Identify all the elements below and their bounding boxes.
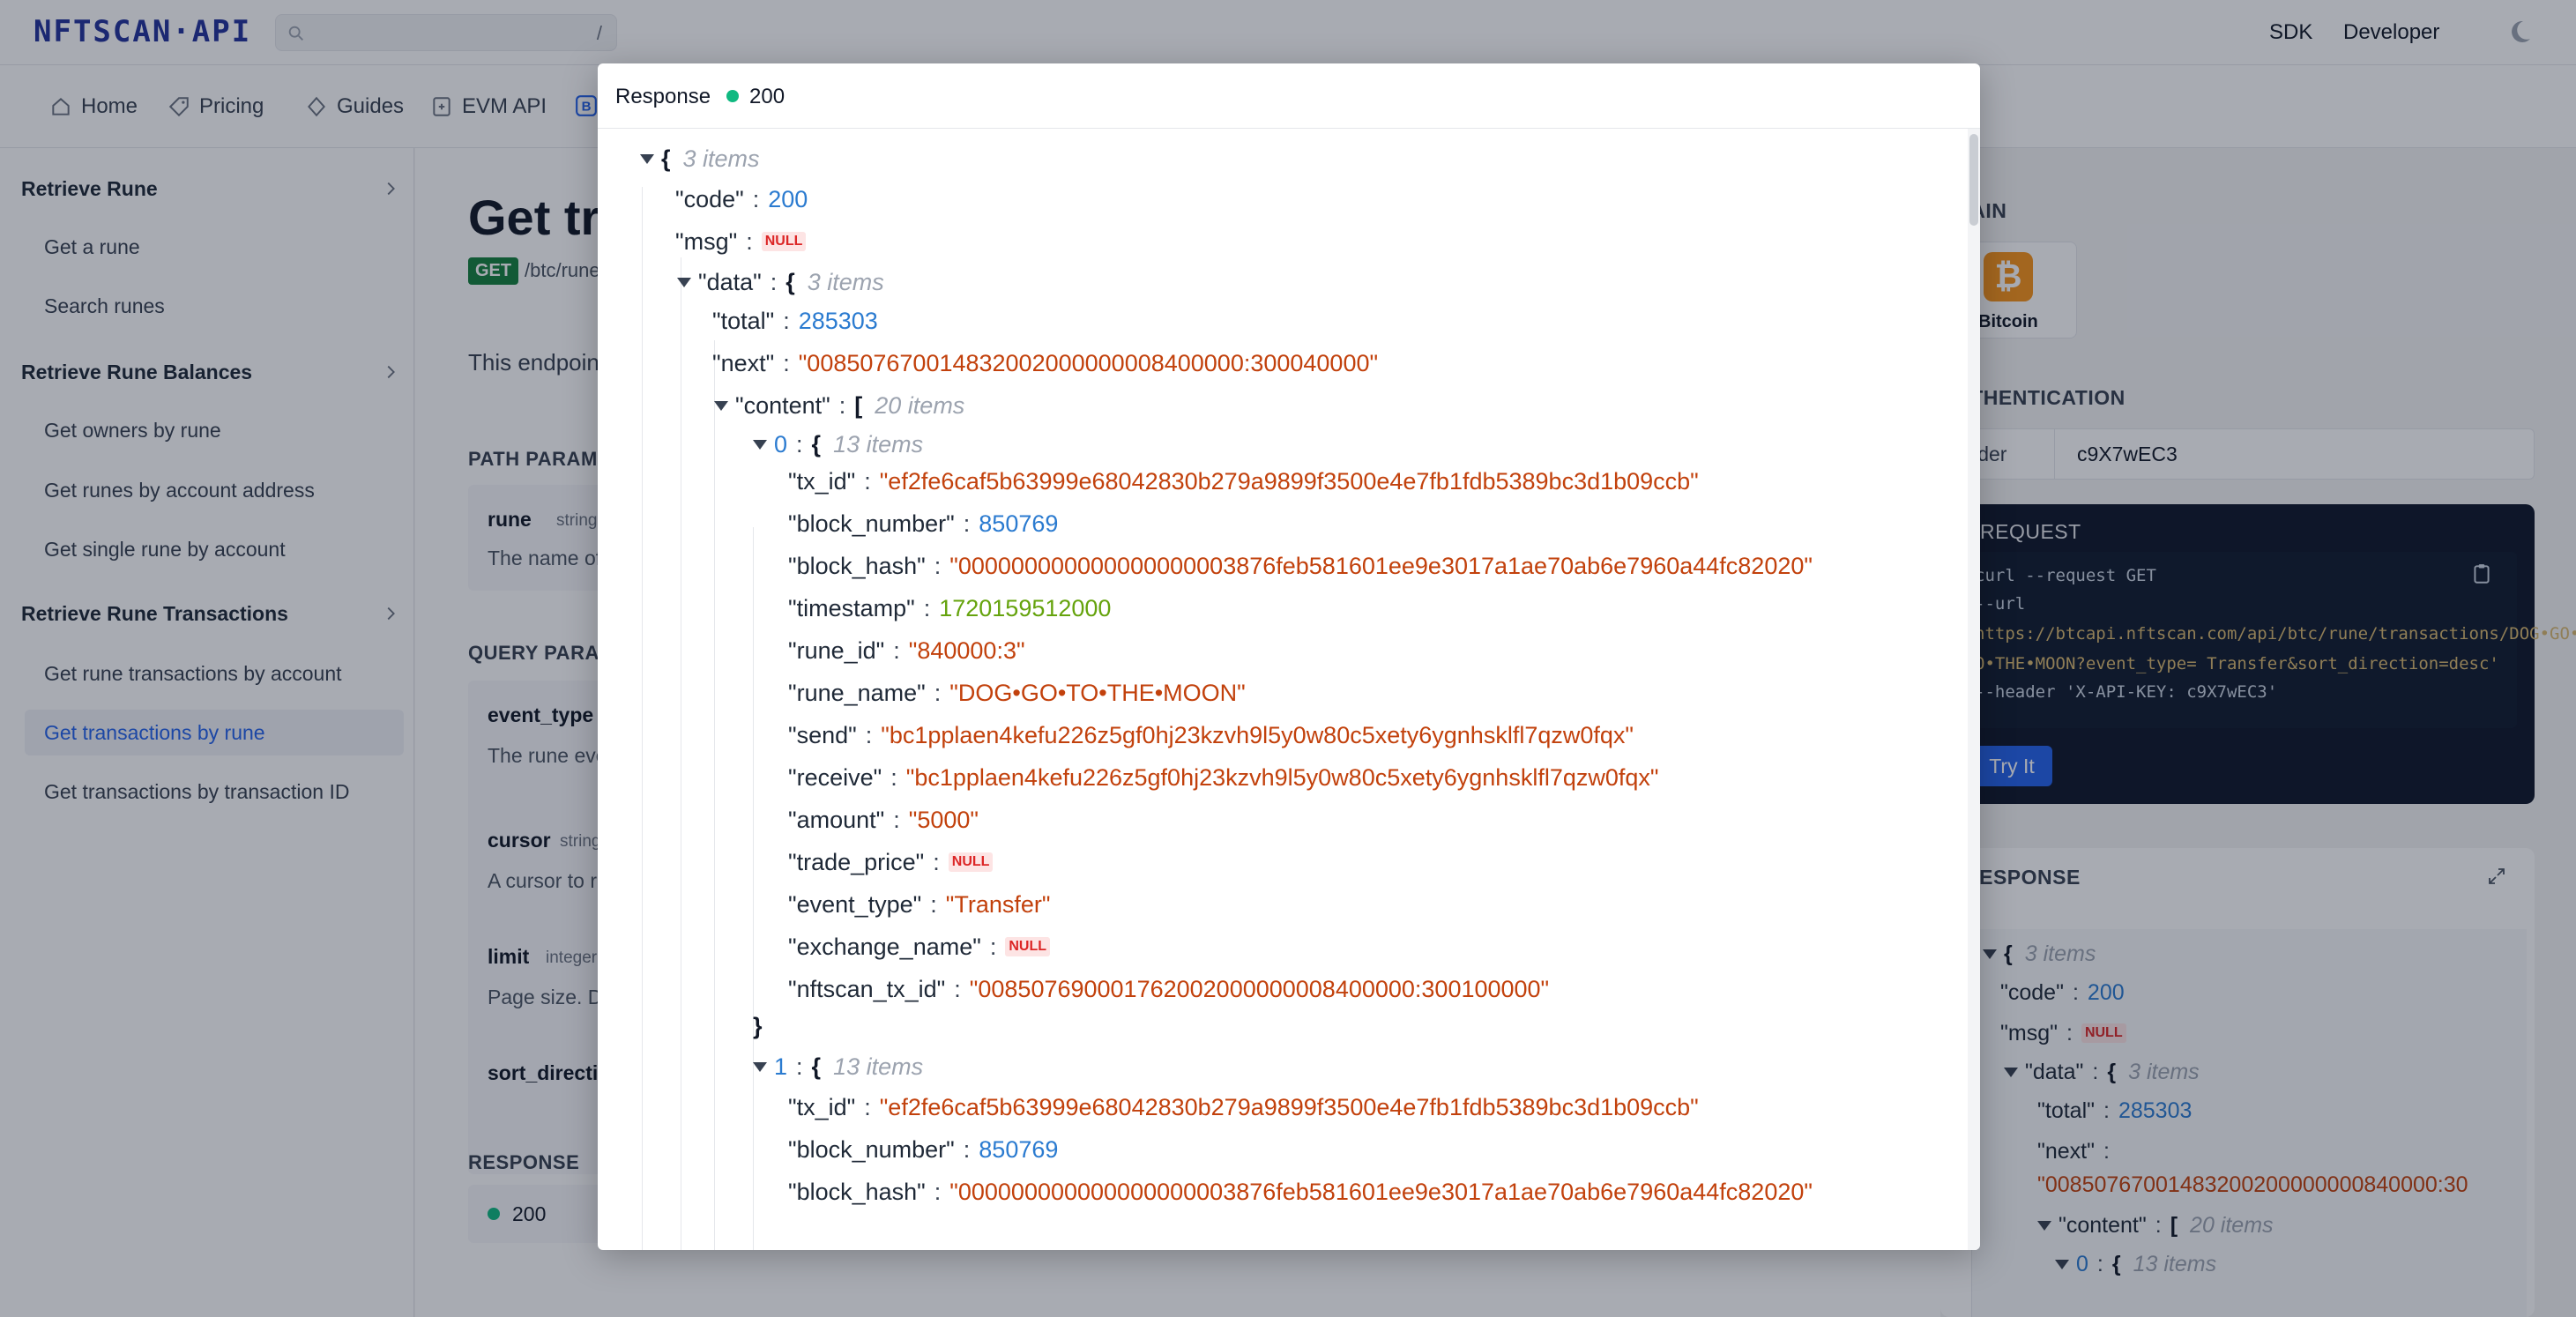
collapse-triangle-icon[interactable]: [640, 153, 654, 164]
json-line-total: "total":285303: [712, 307, 878, 334]
json-value: "Transfer": [945, 890, 1051, 918]
json-line-amount: "amount": "5000": [788, 806, 979, 833]
json-viewer: {3 items "code":200 "msg": NULL "data":{3…: [598, 129, 1980, 1250]
json-line-trade-price: "trade_price": NULL: [788, 845, 994, 880]
json-line-event-type: "event_type": "Transfer": [788, 890, 1051, 918]
json-value: "bc1pplaen4kefu226z5gf0hj23kzvh9l5y0w80c…: [905, 763, 1659, 791]
json-line-item-1: 1:{13 items: [753, 1049, 923, 1084]
json-line-code: "code":200: [675, 185, 808, 212]
json-line-nftscan-tx-id: "nftscan_tx_id": "00850769000176200200000…: [788, 975, 1550, 1002]
item-count: 20 items: [875, 391, 965, 419]
json-line-block-hash: "block_hash": "000000000000000000003876fe…: [788, 552, 1813, 579]
json-line-rune-name: "rune_name": "DOG•GO•TO•THE•MOON": [788, 679, 1246, 706]
json-value: "5000": [908, 806, 979, 833]
json-value: 850769: [979, 1135, 1059, 1163]
modal-title: Response: [615, 85, 711, 108]
modal-header: Response 200: [598, 63, 1980, 129]
json-line-tx-id: "tx_id": "ef2fe6caf5b63999e68042830b279a9…: [788, 467, 1699, 495]
collapse-triangle-icon[interactable]: [753, 439, 767, 450]
status-dot: [726, 90, 739, 102]
item-count: 13 items: [833, 1053, 924, 1080]
json-line-tx-id: "tx_id": "ef2fe6caf5b63999e68042830b279a9…: [788, 1093, 1699, 1120]
json-value: "000000000000000000003876feb581601ee9e30…: [949, 1178, 1813, 1205]
null-badge: NULL: [761, 232, 807, 251]
json-line-exchange-name: "exchange_name": NULL: [788, 929, 1050, 964]
json-line-data: "data":{3 items: [677, 264, 884, 300]
json-line-content: "content":[20 items: [714, 388, 964, 423]
json-line-receive: "receive": "bc1pplaen4kefu226z5gf0hj23kzv…: [788, 763, 1659, 791]
json-value: 850769: [979, 510, 1059, 537]
item-count: 3 items: [807, 268, 884, 295]
collapse-triangle-icon[interactable]: [714, 400, 728, 411]
item-count: 13 items: [833, 430, 924, 458]
json-value: 200: [768, 185, 808, 212]
json-line-next: "next": "00850767001483200200000000840000…: [712, 349, 1379, 376]
collapse-triangle-icon[interactable]: [753, 1061, 767, 1072]
null-badge: NULL: [1005, 937, 1050, 956]
null-badge: NULL: [948, 852, 994, 872]
json-value: "008507690001762002000000008400000:30010…: [969, 975, 1550, 1002]
item-count: 3 items: [682, 145, 760, 172]
array-index: 0: [774, 430, 788, 458]
indent-guide: [642, 187, 643, 1250]
json-line-block-hash: "block_hash": "000000000000000000003876fe…: [788, 1178, 1813, 1205]
json-line-rune-id: "rune_id": "840000:3": [788, 636, 1025, 664]
collapse-triangle-icon[interactable]: [677, 277, 691, 287]
json-line-send: "send": "bc1pplaen4kefu226z5gf0hj23kzvh9l…: [788, 721, 1634, 748]
json-value: "008507670014832002000000008400000:30004…: [798, 349, 1379, 376]
modal-scrollbar-thumb[interactable]: [1969, 134, 1978, 226]
array-index: 1: [774, 1053, 788, 1080]
json-value: "bc1pplaen4kefu226z5gf0hj23kzvh9l5y0w80c…: [881, 721, 1634, 748]
json-value: "ef2fe6caf5b63999e68042830b279a9899f3500…: [879, 467, 1699, 495]
indent-guide: [753, 527, 754, 1250]
json-line-timestamp: "timestamp":1720159512000: [788, 594, 1112, 621]
json-line-msg: "msg": NULL: [675, 224, 807, 259]
json-value: 1720159512000: [939, 594, 1112, 621]
json-line-block-number: "block_number":850769: [788, 1135, 1059, 1163]
modal-scrollbar[interactable]: [1968, 129, 1980, 1250]
json-close-brace: }: [753, 1012, 763, 1039]
json-value: "000000000000000000003876feb581601ee9e30…: [949, 552, 1813, 579]
modal-status-code: 200: [749, 85, 785, 108]
json-line-block-number: "block_number":850769: [788, 510, 1059, 537]
response-modal: Response 200 {3 items "code":200 "msg": N…: [598, 63, 1980, 1250]
json-value: 285303: [798, 307, 878, 334]
json-root-line: {3 items: [640, 141, 760, 176]
indent-guide: [714, 340, 715, 1250]
json-value: "DOG•GO•TO•THE•MOON": [949, 679, 1246, 706]
json-value: "840000:3": [908, 636, 1025, 664]
json-line-item-0: 0:{13 items: [753, 427, 923, 462]
json-value: "ef2fe6caf5b63999e68042830b279a9899f3500…: [879, 1093, 1699, 1120]
